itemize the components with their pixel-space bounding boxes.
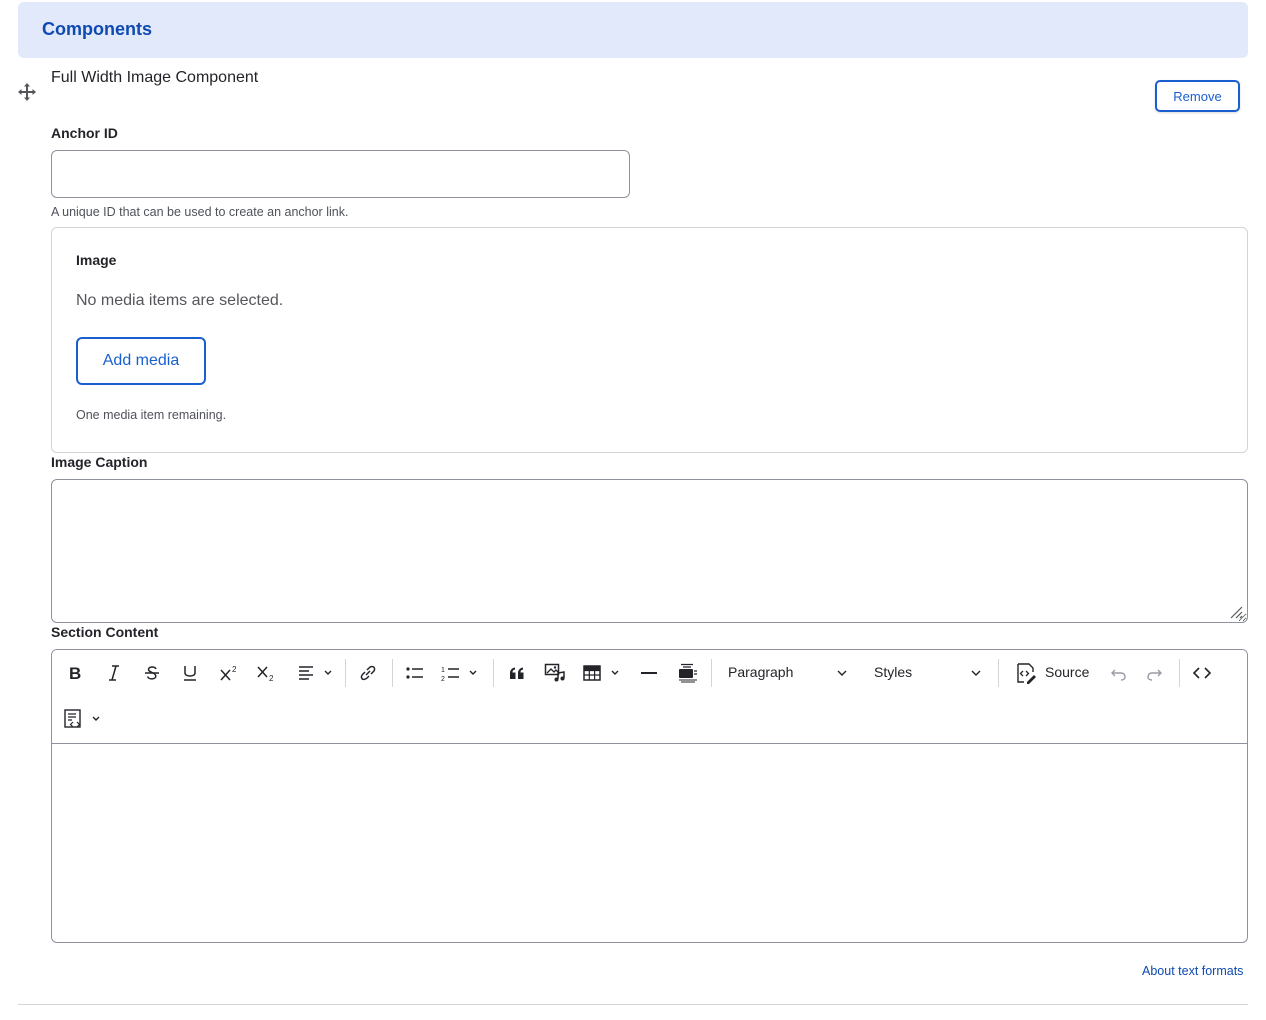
toolbar-separator — [493, 659, 494, 687]
numbered-list-icon[interactable]: 12 — [440, 660, 484, 686]
toolbar-separator — [345, 659, 346, 687]
bulleted-list-icon[interactable] — [402, 660, 428, 686]
image-fieldset — [51, 227, 1248, 453]
caption-icon[interactable] — [673, 660, 701, 686]
undo-icon[interactable] — [1105, 660, 1131, 686]
about-text-formats-link[interactable]: About text formats — [1142, 964, 1243, 978]
toolbar-separator — [392, 659, 393, 687]
section-title: Components — [42, 19, 152, 39]
drag-handle-icon[interactable] — [17, 82, 37, 102]
divider — [18, 1004, 1248, 1005]
source-label: Source — [1045, 664, 1090, 680]
svg-text:1: 1 — [441, 667, 445, 674]
image-caption-textarea[interactable] — [51, 479, 1248, 623]
heading-dropdown[interactable]: Paragraph — [720, 660, 854, 686]
editor-content-area[interactable] — [52, 744, 1247, 942]
code-block-icon[interactable] — [62, 706, 106, 732]
resize-handle-icon[interactable] — [1229, 605, 1243, 619]
add-media-button[interactable]: Add media — [76, 337, 206, 385]
editor-toolbar: B 2 2 1 2 Paragraph Styles Source — [52, 650, 1247, 744]
superscript-icon[interactable]: 2 — [215, 660, 243, 686]
code-icon[interactable] — [1189, 660, 1215, 686]
strikethrough-icon[interactable] — [139, 660, 165, 686]
image-caption-label: Image Caption — [51, 454, 148, 470]
heading-dropdown-value: Paragraph — [728, 664, 794, 680]
styles-dropdown[interactable]: Styles — [867, 660, 987, 686]
components-header — [18, 2, 1248, 58]
media-icon[interactable] — [541, 660, 569, 686]
image-label: Image — [76, 252, 117, 268]
toolbar-separator — [1179, 659, 1180, 687]
blockquote-icon[interactable] — [504, 660, 530, 686]
svg-text:B: B — [69, 664, 81, 682]
underline-icon[interactable] — [177, 660, 203, 686]
styles-dropdown-value: Styles — [874, 664, 913, 680]
align-icon[interactable] — [295, 660, 335, 686]
subscript-icon[interactable]: 2 — [252, 660, 280, 686]
anchor-id-input[interactable] — [51, 150, 630, 198]
anchor-id-help: A unique ID that can be used to create a… — [51, 205, 349, 219]
svg-text:2: 2 — [441, 676, 445, 682]
media-remaining-text: One media item remaining. — [76, 408, 227, 422]
bold-icon[interactable]: B — [62, 660, 88, 686]
rich-text-editor: B 2 2 1 2 Paragraph Styles Source — [51, 649, 1248, 943]
anchor-id-label: Anchor ID — [51, 125, 118, 141]
no-media-text: No media items are selected. — [76, 292, 284, 309]
remove-button[interactable]: Remove — [1155, 80, 1240, 112]
italic-icon[interactable] — [101, 660, 127, 686]
redo-icon[interactable] — [1142, 660, 1168, 686]
section-content-label: Section Content — [51, 624, 159, 640]
source-button[interactable]: Source — [1010, 660, 1092, 686]
table-icon[interactable] — [582, 660, 626, 686]
component-title: Full Width Image Component — [51, 69, 259, 86]
svg-text:2: 2 — [232, 665, 237, 674]
horizontal-line-icon[interactable] — [636, 660, 662, 686]
svg-text:2: 2 — [269, 674, 274, 682]
toolbar-separator — [711, 659, 712, 687]
toolbar-separator — [998, 659, 999, 687]
link-icon[interactable] — [355, 660, 381, 686]
